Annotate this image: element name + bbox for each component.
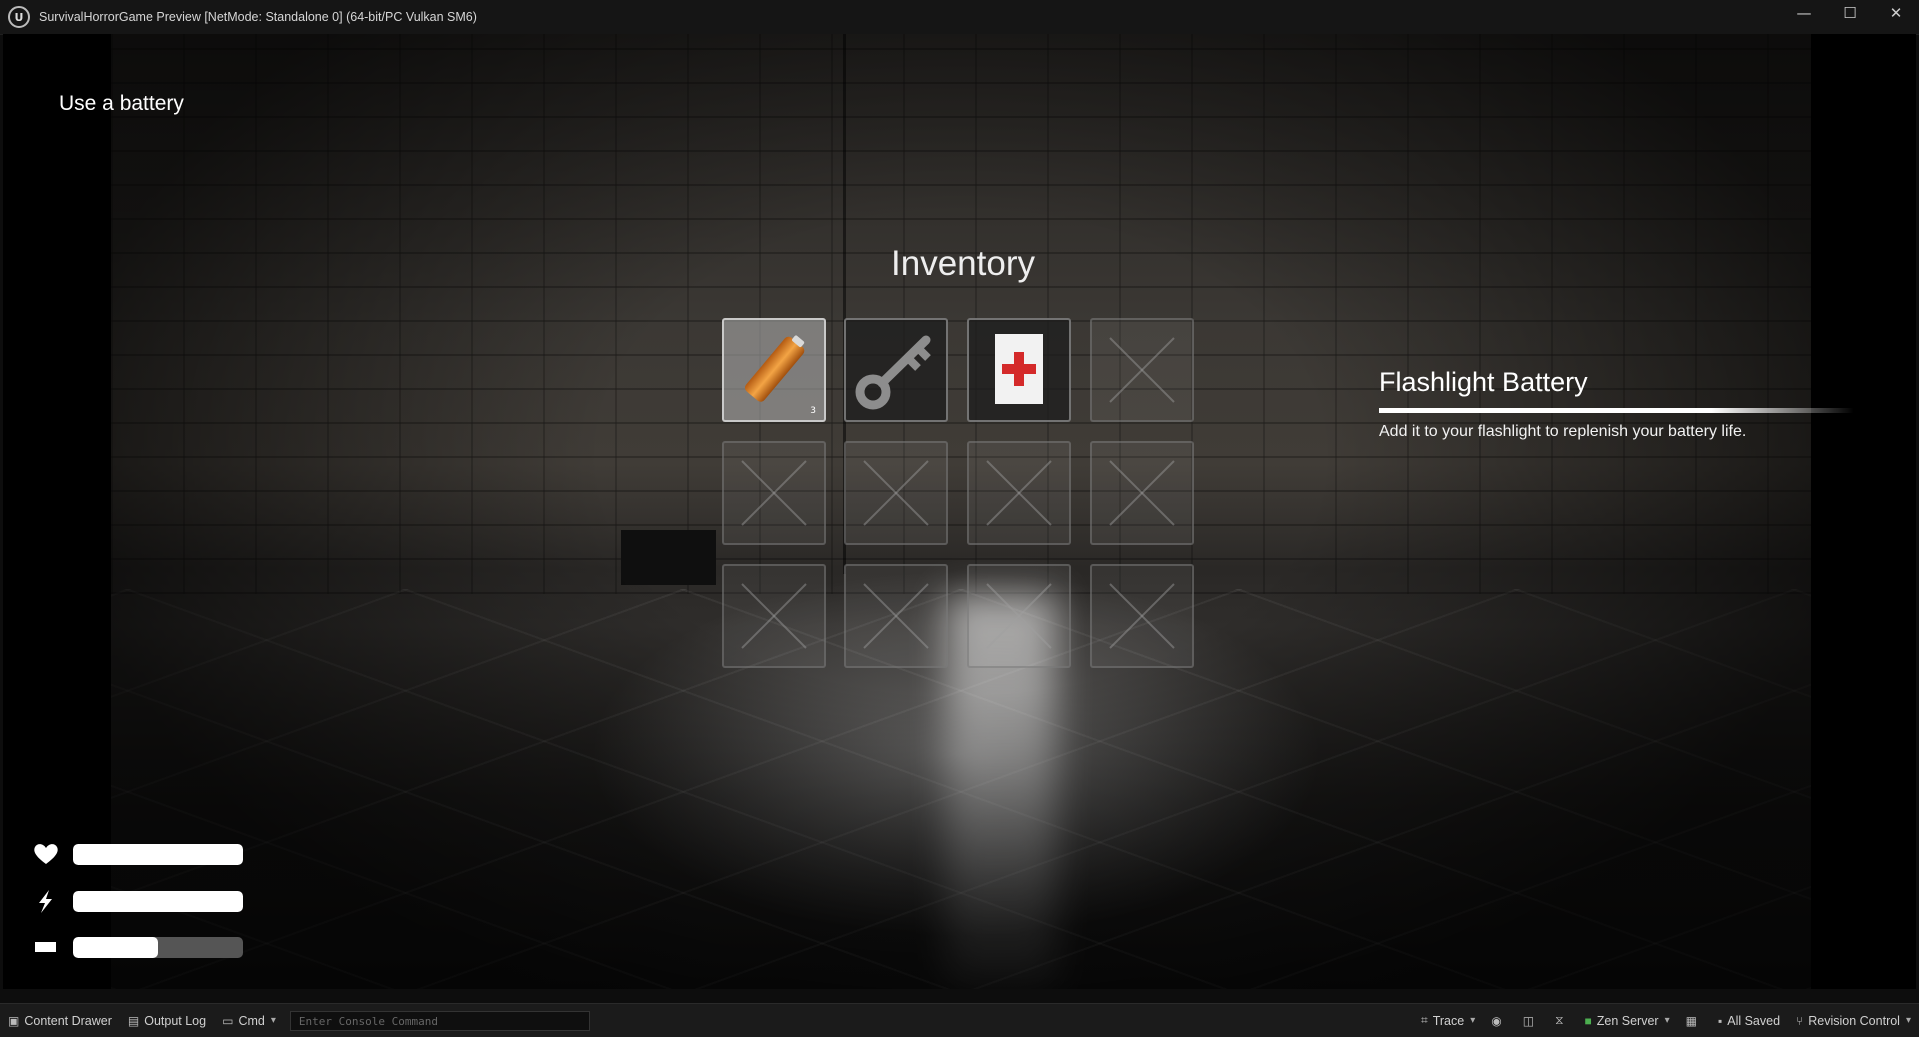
medkit-item-icon [995, 334, 1043, 404]
objective-text: Use a battery [59, 92, 184, 115]
stamina-stat [31, 888, 251, 914]
empty-slot-x-icon [986, 583, 1052, 649]
output-log-icon: ▤ [127, 1013, 140, 1028]
branch-icon: ⑂ [1796, 1013, 1804, 1028]
inventory-slot-key[interactable] [844, 318, 948, 422]
item-detail-description: Add it to your flashlight to replenish y… [1379, 423, 1747, 440]
game-viewport[interactable]: Use a battery Inventory 3 Flashlight Bat… [3, 34, 1916, 989]
cmd-label: Cmd [238, 1013, 265, 1028]
inventory-title: Inventory [891, 244, 1035, 283]
inventory-slot-empty[interactable] [967, 564, 1071, 668]
inventory-slot-empty[interactable] [722, 564, 826, 668]
battery-item-icon [744, 335, 805, 402]
window-controls: — ☐ ✕ [1781, 0, 1919, 34]
minimize-button[interactable]: — [1781, 0, 1827, 26]
chevron-down-icon: ▾ [1664, 1015, 1670, 1026]
cmd-dropdown[interactable]: ▭ Cmd ▾ [214, 1004, 284, 1037]
close-button[interactable]: ✕ [1873, 0, 1919, 26]
cmd-icon: ▭ [222, 1013, 234, 1028]
key-item-icon [855, 335, 931, 410]
content-drawer-icon: ▣ [8, 1013, 20, 1028]
camera-icon: ◫ [1522, 1013, 1535, 1028]
inventory-slot-medkit[interactable] [967, 318, 1071, 422]
inventory-slot-empty[interactable] [844, 441, 948, 545]
empty-slot-x-icon [1109, 337, 1175, 403]
battery-bar [73, 937, 243, 958]
inventory-slot-empty[interactable] [1090, 564, 1194, 668]
editor-status-bar: ▣ Content Drawer ▤ Output Log ▭ Cmd ▾ En… [0, 1003, 1919, 1037]
record-icon: ◉ [1491, 1013, 1502, 1028]
trace-icon: ⌗ [1420, 1013, 1428, 1027]
revision-control-label: Revision Control [1808, 1013, 1900, 1028]
hourglass-icon: ⧖ [1555, 1013, 1564, 1027]
revision-control-dropdown[interactable]: ⑂ Revision Control ▾ [1788, 1004, 1919, 1037]
content-drawer-label: Content Drawer [24, 1013, 112, 1028]
inventory-slot-empty[interactable] [1090, 318, 1194, 422]
output-log-label: Output Log [144, 1013, 207, 1028]
maximize-button[interactable]: ☐ [1827, 0, 1873, 26]
zen-server-dropdown[interactable]: ■ Zen Server ▾ [1577, 1004, 1678, 1037]
empty-slot-x-icon [863, 460, 929, 526]
grid-icon: ▦ [1685, 1013, 1697, 1028]
battery-icon [35, 942, 56, 952]
lightning-icon [39, 890, 52, 913]
stamina-bar [73, 891, 243, 912]
console-command-input[interactable]: Enter Console Command [289, 1010, 590, 1031]
trace-dropdown[interactable]: ⌗ Trace ▾ [1413, 1004, 1483, 1037]
record-button[interactable]: ◉ [1483, 1004, 1514, 1037]
zen-server-icon: ■ [1584, 1013, 1592, 1028]
save-status-button[interactable]: ▪ All Saved [1710, 1004, 1788, 1037]
window-title: SurvivalHorrorGame Preview [NetMode: Sta… [39, 10, 477, 24]
stamina-bar-fill [73, 891, 243, 912]
heart-icon [34, 844, 58, 864]
empty-slot-x-icon [863, 583, 929, 649]
output-log-button[interactable]: ▤ Output Log [120, 1004, 214, 1037]
inventory-slot-empty[interactable] [1090, 441, 1194, 545]
inventory-slot-empty[interactable] [722, 441, 826, 545]
empty-slot-x-icon [1109, 460, 1175, 526]
health-bar [73, 844, 243, 865]
item-count: 3 [810, 406, 816, 416]
inventory-slot-empty[interactable] [967, 441, 1071, 545]
status-bar-right: ⌗ Trace ▾ ◉ ◫ ⧖ ■ Zen Server ▾ ▦ ▪ All S… [1413, 1004, 1919, 1037]
unreal-logo-icon: U [8, 6, 30, 28]
empty-slot-x-icon [1109, 583, 1175, 649]
battery-stat [31, 934, 251, 960]
inventory-slot-empty[interactable] [844, 564, 948, 668]
chevron-down-icon: ▾ [270, 1015, 276, 1026]
inventory-grid: 3 [722, 318, 1202, 674]
inventory-slot-battery[interactable]: 3 [722, 318, 826, 422]
all-saved-label: All Saved [1727, 1013, 1781, 1028]
content-drawer-button[interactable]: ▣ Content Drawer [0, 1004, 120, 1037]
empty-slot-x-icon [741, 583, 807, 649]
empty-slot-x-icon [741, 460, 807, 526]
zen-server-label: Zen Server [1596, 1013, 1659, 1028]
chevron-down-icon: ▾ [1470, 1015, 1476, 1026]
item-detail-name: Flashlight Battery [1379, 367, 1588, 397]
window-title-bar: U SurvivalHorrorGame Preview [NetMode: S… [0, 0, 1919, 35]
derived-data-button[interactable]: ⧖ [1547, 1004, 1576, 1037]
health-stat [31, 841, 251, 867]
save-icon: ▪ [1717, 1013, 1723, 1028]
source-control-status-button[interactable]: ▦ [1678, 1004, 1710, 1037]
chevron-down-icon: ▾ [1905, 1015, 1911, 1026]
battery-bar-fill [73, 937, 158, 958]
empty-slot-x-icon [986, 460, 1052, 526]
trace-label: Trace [1432, 1013, 1465, 1028]
item-detail-divider [1379, 408, 1854, 413]
health-bar-fill [73, 844, 243, 865]
screenshot-button[interactable]: ◫ [1515, 1004, 1547, 1037]
